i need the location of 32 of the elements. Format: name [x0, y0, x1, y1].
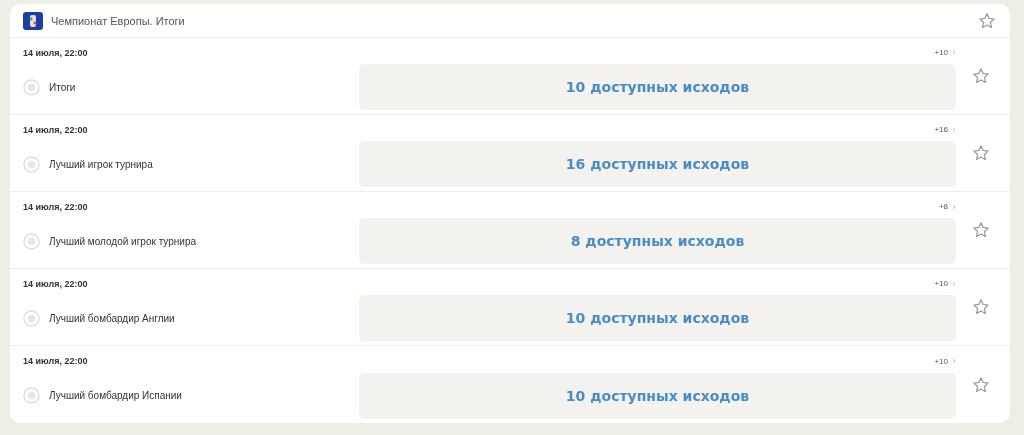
ball-icon [23, 78, 40, 96]
favorite-star-icon[interactable] [972, 375, 990, 394]
chevron-icon [952, 126, 956, 133]
event-name[interactable]: Лучший бомбардир Англии [49, 312, 359, 324]
event-name[interactable]: Итоги [49, 81, 359, 93]
favorite-star-icon[interactable] [972, 67, 990, 85]
event-name[interactable]: Лучший молодой игрок турнира [49, 235, 359, 247]
favorite-star-icon[interactable] [972, 144, 990, 162]
event-name[interactable]: Лучший игрок турнира [49, 158, 359, 170]
favorite-star-icon[interactable] [978, 11, 996, 30]
event-name[interactable]: Лучший бомбардир Испании [49, 390, 359, 401]
event-date: 14 июля, 22:00 [23, 201, 89, 212]
chevron-icon [952, 358, 956, 364]
more-markets-link[interactable]: +16 [934, 125, 948, 134]
chevron-icon [952, 203, 956, 210]
favorite-star-icon[interactable] [972, 298, 990, 316]
event-date: 14 июля, 22:00 [23, 124, 89, 135]
more-markets-link[interactable]: +10 [934, 48, 948, 57]
ball-icon [23, 155, 40, 173]
more-markets-link[interactable]: +10 [934, 356, 948, 366]
chevron-icon [952, 49, 956, 56]
favorite-star-icon[interactable] [972, 221, 990, 239]
event-date: 14 июля, 22:00 [23, 47, 89, 58]
ball-icon [23, 309, 40, 327]
event-date: 14 июля, 22:00 [23, 356, 89, 366]
chevron-icon [952, 280, 956, 287]
event-date: 14 июля, 22:00 [23, 278, 89, 289]
more-markets-link[interactable]: +8 [938, 202, 948, 211]
ball-icon [23, 232, 40, 250]
league-title: Чемпионат Европы. Итоги [51, 14, 186, 27]
ball-icon [23, 387, 40, 404]
more-markets-link[interactable]: +10 [934, 279, 948, 288]
